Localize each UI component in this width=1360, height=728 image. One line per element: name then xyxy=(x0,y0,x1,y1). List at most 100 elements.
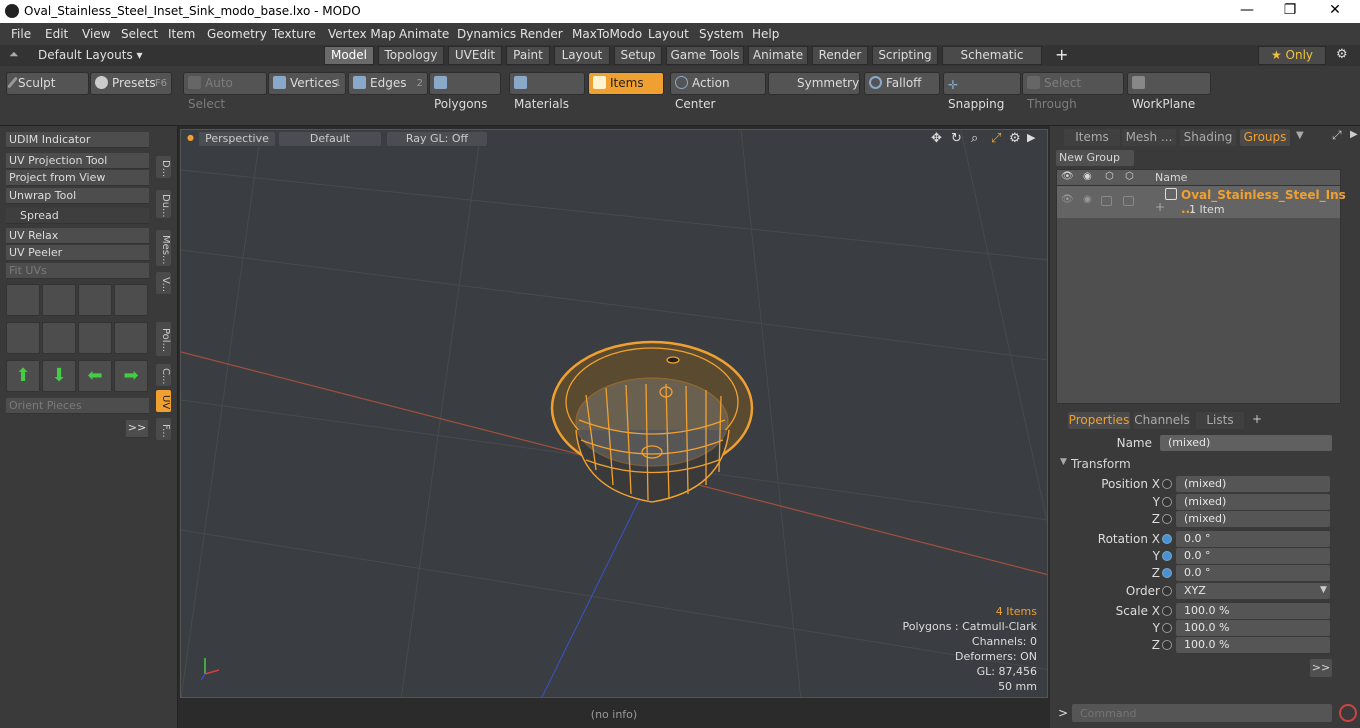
workplane-button[interactable]: WorkPlane xyxy=(1127,72,1211,111)
perspective-dropdown[interactable]: Perspective xyxy=(199,132,275,146)
orient-pieces-button[interactable]: Orient Pieces xyxy=(6,398,149,414)
tab-channels[interactable]: Channels xyxy=(1134,412,1190,429)
add-property-tab-button[interactable]: + xyxy=(1252,412,1262,426)
side-tab-mes[interactable]: Mes... xyxy=(156,230,171,266)
position-x-radio[interactable] xyxy=(1162,479,1172,489)
falloff-button[interactable]: Falloff xyxy=(864,72,940,95)
uv-tool-icon-5[interactable] xyxy=(6,322,40,354)
sculpt-button[interactable]: Sculpt xyxy=(6,72,89,95)
expand-panel-icon[interactable]: ⤢ xyxy=(1332,128,1342,143)
only-button[interactable]: ★ Only xyxy=(1258,46,1326,65)
tab-paint[interactable]: Paint xyxy=(506,46,550,65)
side-tab-v[interactable]: V... xyxy=(156,272,171,294)
uv-tool-icon-8[interactable] xyxy=(114,322,148,354)
panel-menu-arrow-icon[interactable]: ▶ xyxy=(1350,129,1358,140)
menu-animate[interactable]: Animate xyxy=(399,27,449,41)
default-shading-dropdown[interactable]: Default xyxy=(279,132,381,146)
scale-x-radio[interactable] xyxy=(1162,606,1172,616)
symmetry-button[interactable]: Symmetry xyxy=(768,72,860,95)
row-visibility-icon[interactable]: 👁 xyxy=(1061,194,1074,205)
tab-animate[interactable]: Animate xyxy=(748,46,808,65)
tab-groups[interactable]: Groups xyxy=(1240,129,1290,146)
uv-tool-icon-3[interactable] xyxy=(78,284,112,316)
close-button[interactable]: ✕ xyxy=(1320,2,1350,18)
rotate-view-icon[interactable]: ↻ xyxy=(951,131,962,146)
side-tab-du[interactable]: Du... xyxy=(156,190,171,218)
tab-model[interactable]: Model xyxy=(324,46,374,65)
tabs-dropdown-icon[interactable]: ▼ xyxy=(1296,130,1304,141)
polygons-button[interactable]: Polygons xyxy=(429,72,501,111)
arrow-down-icon[interactable]: ⬇ xyxy=(42,360,76,392)
row-select-checkbox[interactable] xyxy=(1123,196,1134,206)
uv-peeler-button[interactable]: UV Peeler xyxy=(6,245,149,261)
menu-dynamics[interactable]: Dynamics xyxy=(457,27,516,41)
command-input[interactable] xyxy=(1072,704,1332,722)
auto-select-button[interactable]: Auto Select xyxy=(183,72,267,111)
scale-x-field[interactable]: 100.0 % xyxy=(1176,603,1330,619)
default-layouts-dropdown[interactable]: Default Layouts ▾ xyxy=(38,48,143,62)
menu-layout[interactable]: Layout xyxy=(648,27,689,41)
materials-button[interactable]: Materials xyxy=(509,72,585,111)
menu-render[interactable]: Render xyxy=(520,27,563,41)
spread-section[interactable]: Spread xyxy=(6,208,149,224)
action-center-button[interactable]: Action Center xyxy=(670,72,766,111)
order-dropdown[interactable]: XYZ xyxy=(1176,583,1330,599)
raygl-toggle[interactable]: Ray GL: Off xyxy=(387,132,487,146)
transform-section[interactable]: Transform xyxy=(1071,457,1131,471)
position-x-field[interactable]: (mixed) xyxy=(1176,476,1330,492)
menu-select[interactable]: Select xyxy=(121,27,158,41)
uv-tool-icon-7[interactable] xyxy=(78,322,112,354)
zoom-icon[interactable]: ⌕ xyxy=(971,131,978,146)
row-lock-checkbox[interactable] xyxy=(1101,196,1112,206)
maximize-button[interactable]: ❐ xyxy=(1275,2,1305,18)
menu-view[interactable]: View xyxy=(82,27,110,41)
uv-relax-button[interactable]: UV Relax xyxy=(6,228,149,244)
scale-y-radio[interactable] xyxy=(1162,623,1172,633)
select-through-button[interactable]: Select Through xyxy=(1022,72,1124,111)
menu-vertex-map[interactable]: Vertex Map xyxy=(328,27,396,41)
row-render-icon[interactable]: ◉ xyxy=(1083,194,1092,205)
arrow-left-icon[interactable]: ⬅ xyxy=(78,360,112,392)
group-row[interactable]: 👁 ◉ + Oval_Stainless_Steel_Ins ... 1 Ite… xyxy=(1057,186,1346,218)
uv-tool-icon-4[interactable] xyxy=(114,284,148,316)
side-tab-f[interactable]: F... xyxy=(156,418,171,440)
uv-tool-icon-2[interactable] xyxy=(42,284,76,316)
menu-geometry[interactable]: Geometry xyxy=(207,27,267,41)
menu-edit[interactable]: Edit xyxy=(45,27,68,41)
rotation-y-field[interactable]: 0.0 ° xyxy=(1176,548,1330,564)
arrow-right-icon[interactable]: ➡ xyxy=(114,360,148,392)
position-z-radio[interactable] xyxy=(1162,514,1172,524)
position-y-field[interactable]: (mixed) xyxy=(1176,494,1330,510)
tab-properties[interactable]: Properties xyxy=(1068,412,1130,429)
expand-group-icon[interactable]: + xyxy=(1155,200,1165,214)
transform-collapse-icon[interactable]: ▼ xyxy=(1060,457,1067,467)
tab-render[interactable]: Render xyxy=(812,46,868,65)
scale-y-field[interactable]: 100.0 % xyxy=(1176,620,1330,636)
tab-uvedit[interactable]: UVEdit xyxy=(448,46,502,65)
viewport-menu-arrow-icon[interactable]: ▶ xyxy=(1027,131,1035,144)
record-macro-icon[interactable] xyxy=(1339,704,1357,722)
tab-mesh[interactable]: Mesh ... xyxy=(1122,129,1176,146)
scale-z-radio[interactable] xyxy=(1162,640,1172,650)
side-tab-c[interactable]: C... xyxy=(156,364,171,386)
rotation-z-radio[interactable] xyxy=(1162,568,1172,578)
menu-help[interactable]: Help xyxy=(752,27,779,41)
project-from-view-button[interactable]: Project from View xyxy=(6,170,149,186)
fit-uvs-button[interactable]: Fit UVs xyxy=(6,263,149,279)
menu-system[interactable]: System xyxy=(699,27,744,41)
items-button[interactable]: Items xyxy=(588,72,664,95)
unwrap-tool-button[interactable]: Unwrap Tool xyxy=(6,188,149,204)
move-view-icon[interactable]: ✥ xyxy=(931,131,942,146)
up-arrow-icon[interactable]: ⏶ xyxy=(9,47,19,62)
tab-topology[interactable]: Topology xyxy=(378,46,444,65)
uv-projection-tool-button[interactable]: UV Projection Tool xyxy=(6,153,149,169)
tab-scripting[interactable]: Scripting xyxy=(872,46,938,65)
side-tab-d[interactable]: D... xyxy=(156,156,171,178)
rotation-x-field[interactable]: 0.0 ° xyxy=(1176,531,1330,547)
tab-shading[interactable]: Shading xyxy=(1180,129,1236,146)
add-tab-button[interactable]: + xyxy=(1055,45,1068,64)
position-y-radio[interactable] xyxy=(1162,497,1172,507)
fit-view-icon[interactable]: ⤢ xyxy=(991,131,1001,146)
tab-items[interactable]: Items xyxy=(1064,129,1120,146)
tab-setup[interactable]: Setup xyxy=(614,46,662,65)
